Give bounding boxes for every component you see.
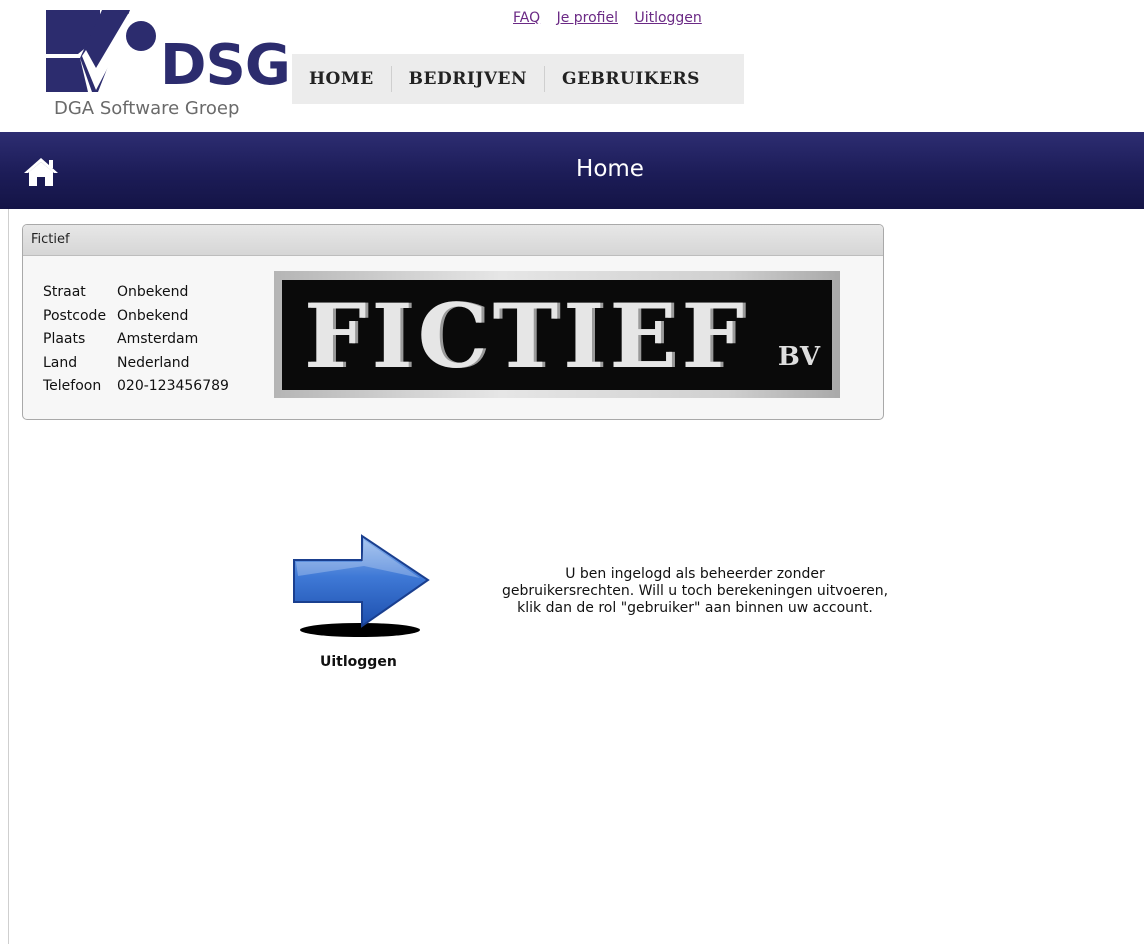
info-row: Land Nederland <box>43 352 229 376</box>
arrow-right-icon <box>293 534 430 637</box>
faq-link[interactable]: FAQ <box>513 10 540 26</box>
info-label: Land <box>43 354 78 371</box>
checkmark-logo-icon <box>46 10 156 92</box>
profile-link[interactable]: Je profiel <box>557 10 618 26</box>
info-value: 020-123456789 <box>117 378 229 394</box>
logout-link[interactable]: Uitloggen <box>634 10 701 26</box>
info-row: Telefoon 020-123456789 <box>43 375 229 399</box>
info-value: Onbekend <box>117 307 189 324</box>
company-logo-text: FICTIEF <box>304 284 749 388</box>
page-header: Home <box>0 132 1144 209</box>
brand-tagline: DGA Software Groep <box>54 98 240 119</box>
info-label: Plaats <box>43 331 86 347</box>
dsg-logo[interactable]: DSG DGA Software Groep <box>40 6 291 121</box>
brand-name: DSG <box>160 33 291 98</box>
company-logo-suffix: BV <box>777 342 820 372</box>
logout-action[interactable]: Uitloggen <box>290 530 430 680</box>
info-label: Straat <box>43 284 86 300</box>
nav-bedrijven[interactable]: BEDRIJVEN <box>390 66 544 92</box>
info-label: Postcode <box>43 307 107 324</box>
logout-action-label: Uitloggen <box>320 654 397 670</box>
nav-gebruikers[interactable]: GEBRUIKERS <box>544 66 717 92</box>
info-row: Plaats Amsterdam <box>43 328 229 352</box>
company-panel-title: Fictief <box>23 225 883 256</box>
page-left-border <box>8 209 9 944</box>
top-links: FAQ Je profiel Uitloggen <box>513 10 714 26</box>
info-label: Telefoon <box>43 378 102 394</box>
nav-home[interactable]: HOME <box>292 66 391 92</box>
company-panel: Fictief Straat Onbekend Postcode Onbeken… <box>22 224 884 420</box>
page-title: Home <box>576 156 644 182</box>
info-row: Straat Onbekend <box>43 281 229 305</box>
company-info: Straat Onbekend Postcode Onbekend Plaats… <box>43 281 229 399</box>
main-nav: HOME BEDRIJVEN GEBRUIKERS <box>292 54 744 104</box>
info-value: Nederland <box>117 354 190 371</box>
info-message: U ben ingelogd als beheerder zonder gebr… <box>501 566 889 616</box>
info-value: Onbekend <box>117 284 189 300</box>
info-row: Postcode Onbekend <box>43 305 229 329</box>
info-value: Amsterdam <box>117 331 199 347</box>
company-logo: FICTIEF BV <box>274 271 840 398</box>
